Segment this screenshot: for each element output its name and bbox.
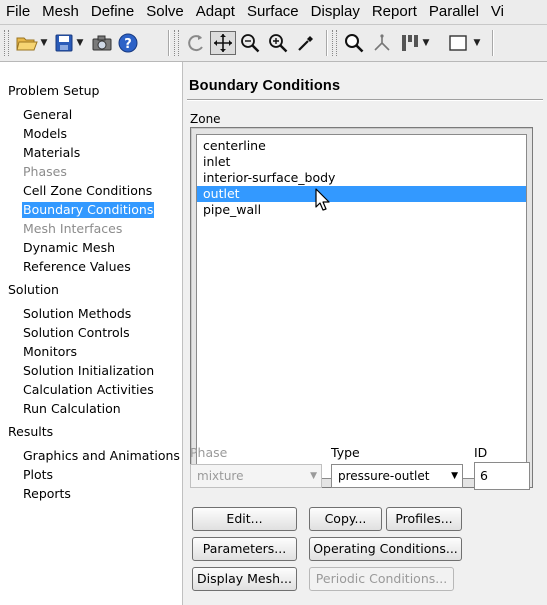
tree-item-boundary-conditions[interactable]: Boundary Conditions bbox=[22, 202, 155, 218]
tree-item-calculation-activities[interactable]: Calculation Activities bbox=[22, 382, 155, 398]
zone-label: Zone bbox=[190, 112, 221, 126]
tree-item-solution-controls[interactable]: Solution Controls bbox=[22, 325, 131, 341]
tree-item-materials[interactable]: Materials bbox=[22, 145, 81, 161]
tree-item-reports[interactable]: Reports bbox=[22, 486, 72, 502]
menu-report[interactable]: Report bbox=[366, 1, 423, 23]
toolbar-grip[interactable] bbox=[332, 30, 337, 56]
chevron-down-icon: ▼ bbox=[451, 471, 458, 481]
parameters-button[interactable]: Parameters... bbox=[192, 537, 297, 561]
menu-bar: File Mesh Define Solve Adapt Surface Dis… bbox=[0, 0, 547, 25]
type-label: Type bbox=[331, 445, 360, 460]
title-divider bbox=[187, 99, 543, 101]
zoom-in-plus-icon[interactable] bbox=[266, 31, 290, 55]
tree-item-cell-zone-conditions[interactable]: Cell Zone Conditions bbox=[22, 183, 153, 199]
rotate-icon[interactable] bbox=[184, 31, 208, 55]
type-value: pressure-outlet bbox=[338, 469, 430, 483]
pan-icon[interactable] bbox=[210, 31, 236, 55]
menu-define[interactable]: Define bbox=[85, 1, 140, 23]
zone-item-inlet[interactable]: inlet bbox=[197, 154, 526, 170]
tree-item-phases[interactable]: Phases bbox=[22, 164, 68, 180]
zone-item-pipe-wall[interactable]: pipe_wall bbox=[197, 202, 526, 218]
help-icon[interactable]: ? bbox=[116, 31, 140, 55]
window-dropdown-icon[interactable]: ▼ bbox=[472, 31, 482, 55]
tree-item-monitors[interactable]: Monitors bbox=[22, 344, 78, 360]
layout-icon[interactable] bbox=[398, 31, 422, 55]
type-select[interactable]: pressure-outlet ▼ bbox=[331, 464, 463, 488]
navigation-tree: Problem Setup General Models Materials P… bbox=[0, 62, 183, 605]
tree-item-graphics-and-animations[interactable]: Graphics and Animations bbox=[22, 448, 181, 464]
mouse-cursor-icon bbox=[315, 188, 331, 215]
boundary-conditions-panel: Boundary Conditions Zone centerline inle… bbox=[183, 62, 547, 605]
operating-conditions-button[interactable]: Operating Conditions... bbox=[309, 537, 462, 561]
save-icon[interactable] bbox=[52, 31, 76, 55]
phase-value: mixture bbox=[197, 469, 244, 483]
zone-item-centerline[interactable]: centerline bbox=[197, 138, 526, 154]
phase-select[interactable]: mixture ▼ bbox=[190, 464, 322, 488]
chevron-down-icon: ▼ bbox=[310, 471, 317, 481]
menu-solve[interactable]: Solve bbox=[140, 1, 190, 23]
save-dropdown-icon[interactable]: ▼ bbox=[76, 31, 84, 55]
id-label: ID bbox=[474, 445, 488, 460]
menu-adapt[interactable]: Adapt bbox=[190, 1, 241, 23]
tree-item-solution-methods[interactable]: Solution Methods bbox=[22, 306, 132, 322]
tree-item-general[interactable]: General bbox=[22, 107, 73, 123]
menu-display[interactable]: Display bbox=[305, 1, 366, 23]
phase-label: Phase bbox=[190, 445, 228, 460]
periodic-conditions-button[interactable]: Periodic Conditions... bbox=[309, 567, 454, 591]
menu-mesh[interactable]: Mesh bbox=[36, 1, 85, 23]
tree-item-solution-initialization[interactable]: Solution Initialization bbox=[22, 363, 155, 379]
zoom-to-fit-icon[interactable] bbox=[342, 31, 366, 55]
menu-file[interactable]: File bbox=[0, 1, 36, 23]
tree-item-plots[interactable]: Plots bbox=[22, 467, 54, 483]
zone-item-interior-surface-body[interactable]: interior-surface_body bbox=[197, 170, 526, 186]
window-icon[interactable] bbox=[446, 31, 470, 55]
edit-button[interactable]: Edit... bbox=[192, 507, 297, 531]
section-results[interactable]: Results bbox=[8, 424, 53, 439]
menu-parallel[interactable]: Parallel bbox=[423, 1, 485, 23]
section-solution[interactable]: Solution bbox=[8, 282, 59, 297]
tree-item-mesh-interfaces[interactable]: Mesh Interfaces bbox=[22, 221, 123, 237]
toolbar-separator bbox=[326, 30, 328, 56]
profiles-button[interactable]: Profiles... bbox=[386, 507, 462, 531]
toolbar: ▼ ▼ ? ▼ ▼ bbox=[0, 25, 547, 62]
tree-item-models[interactable]: Models bbox=[22, 126, 68, 142]
section-problem-setup[interactable]: Problem Setup bbox=[8, 83, 99, 98]
tree-item-dynamic-mesh[interactable]: Dynamic Mesh bbox=[22, 240, 116, 256]
open-dropdown-icon[interactable]: ▼ bbox=[40, 31, 48, 55]
id-field[interactable]: 6 bbox=[474, 462, 530, 490]
menu-surface[interactable]: Surface bbox=[241, 1, 305, 23]
svg-text:?: ? bbox=[124, 37, 132, 52]
page-title: Boundary Conditions bbox=[189, 78, 341, 94]
toolbar-grip[interactable] bbox=[174, 30, 179, 56]
zone-list[interactable]: centerline inlet interior-surface_body o… bbox=[196, 134, 527, 479]
zone-item-outlet[interactable]: outlet bbox=[197, 186, 526, 202]
tree-item-run-calculation[interactable]: Run Calculation bbox=[22, 401, 122, 417]
compass-icon[interactable] bbox=[370, 31, 394, 55]
toolbar-grip[interactable] bbox=[4, 30, 9, 56]
toolbar-separator bbox=[492, 30, 494, 56]
tree-item-reference-values[interactable]: Reference Values bbox=[22, 259, 132, 275]
menu-view[interactable]: Vi bbox=[485, 1, 510, 23]
camera-icon[interactable] bbox=[90, 31, 114, 55]
toolbar-separator bbox=[168, 30, 170, 56]
probe-icon[interactable] bbox=[294, 31, 318, 55]
zoom-in-icon[interactable] bbox=[238, 31, 262, 55]
layout-dropdown-icon[interactable]: ▼ bbox=[422, 31, 430, 55]
display-mesh-button[interactable]: Display Mesh... bbox=[192, 567, 297, 591]
copy-button[interactable]: Copy... bbox=[309, 507, 382, 531]
open-folder-icon[interactable] bbox=[14, 31, 40, 55]
zone-frame: centerline inlet interior-surface_body o… bbox=[190, 127, 533, 488]
